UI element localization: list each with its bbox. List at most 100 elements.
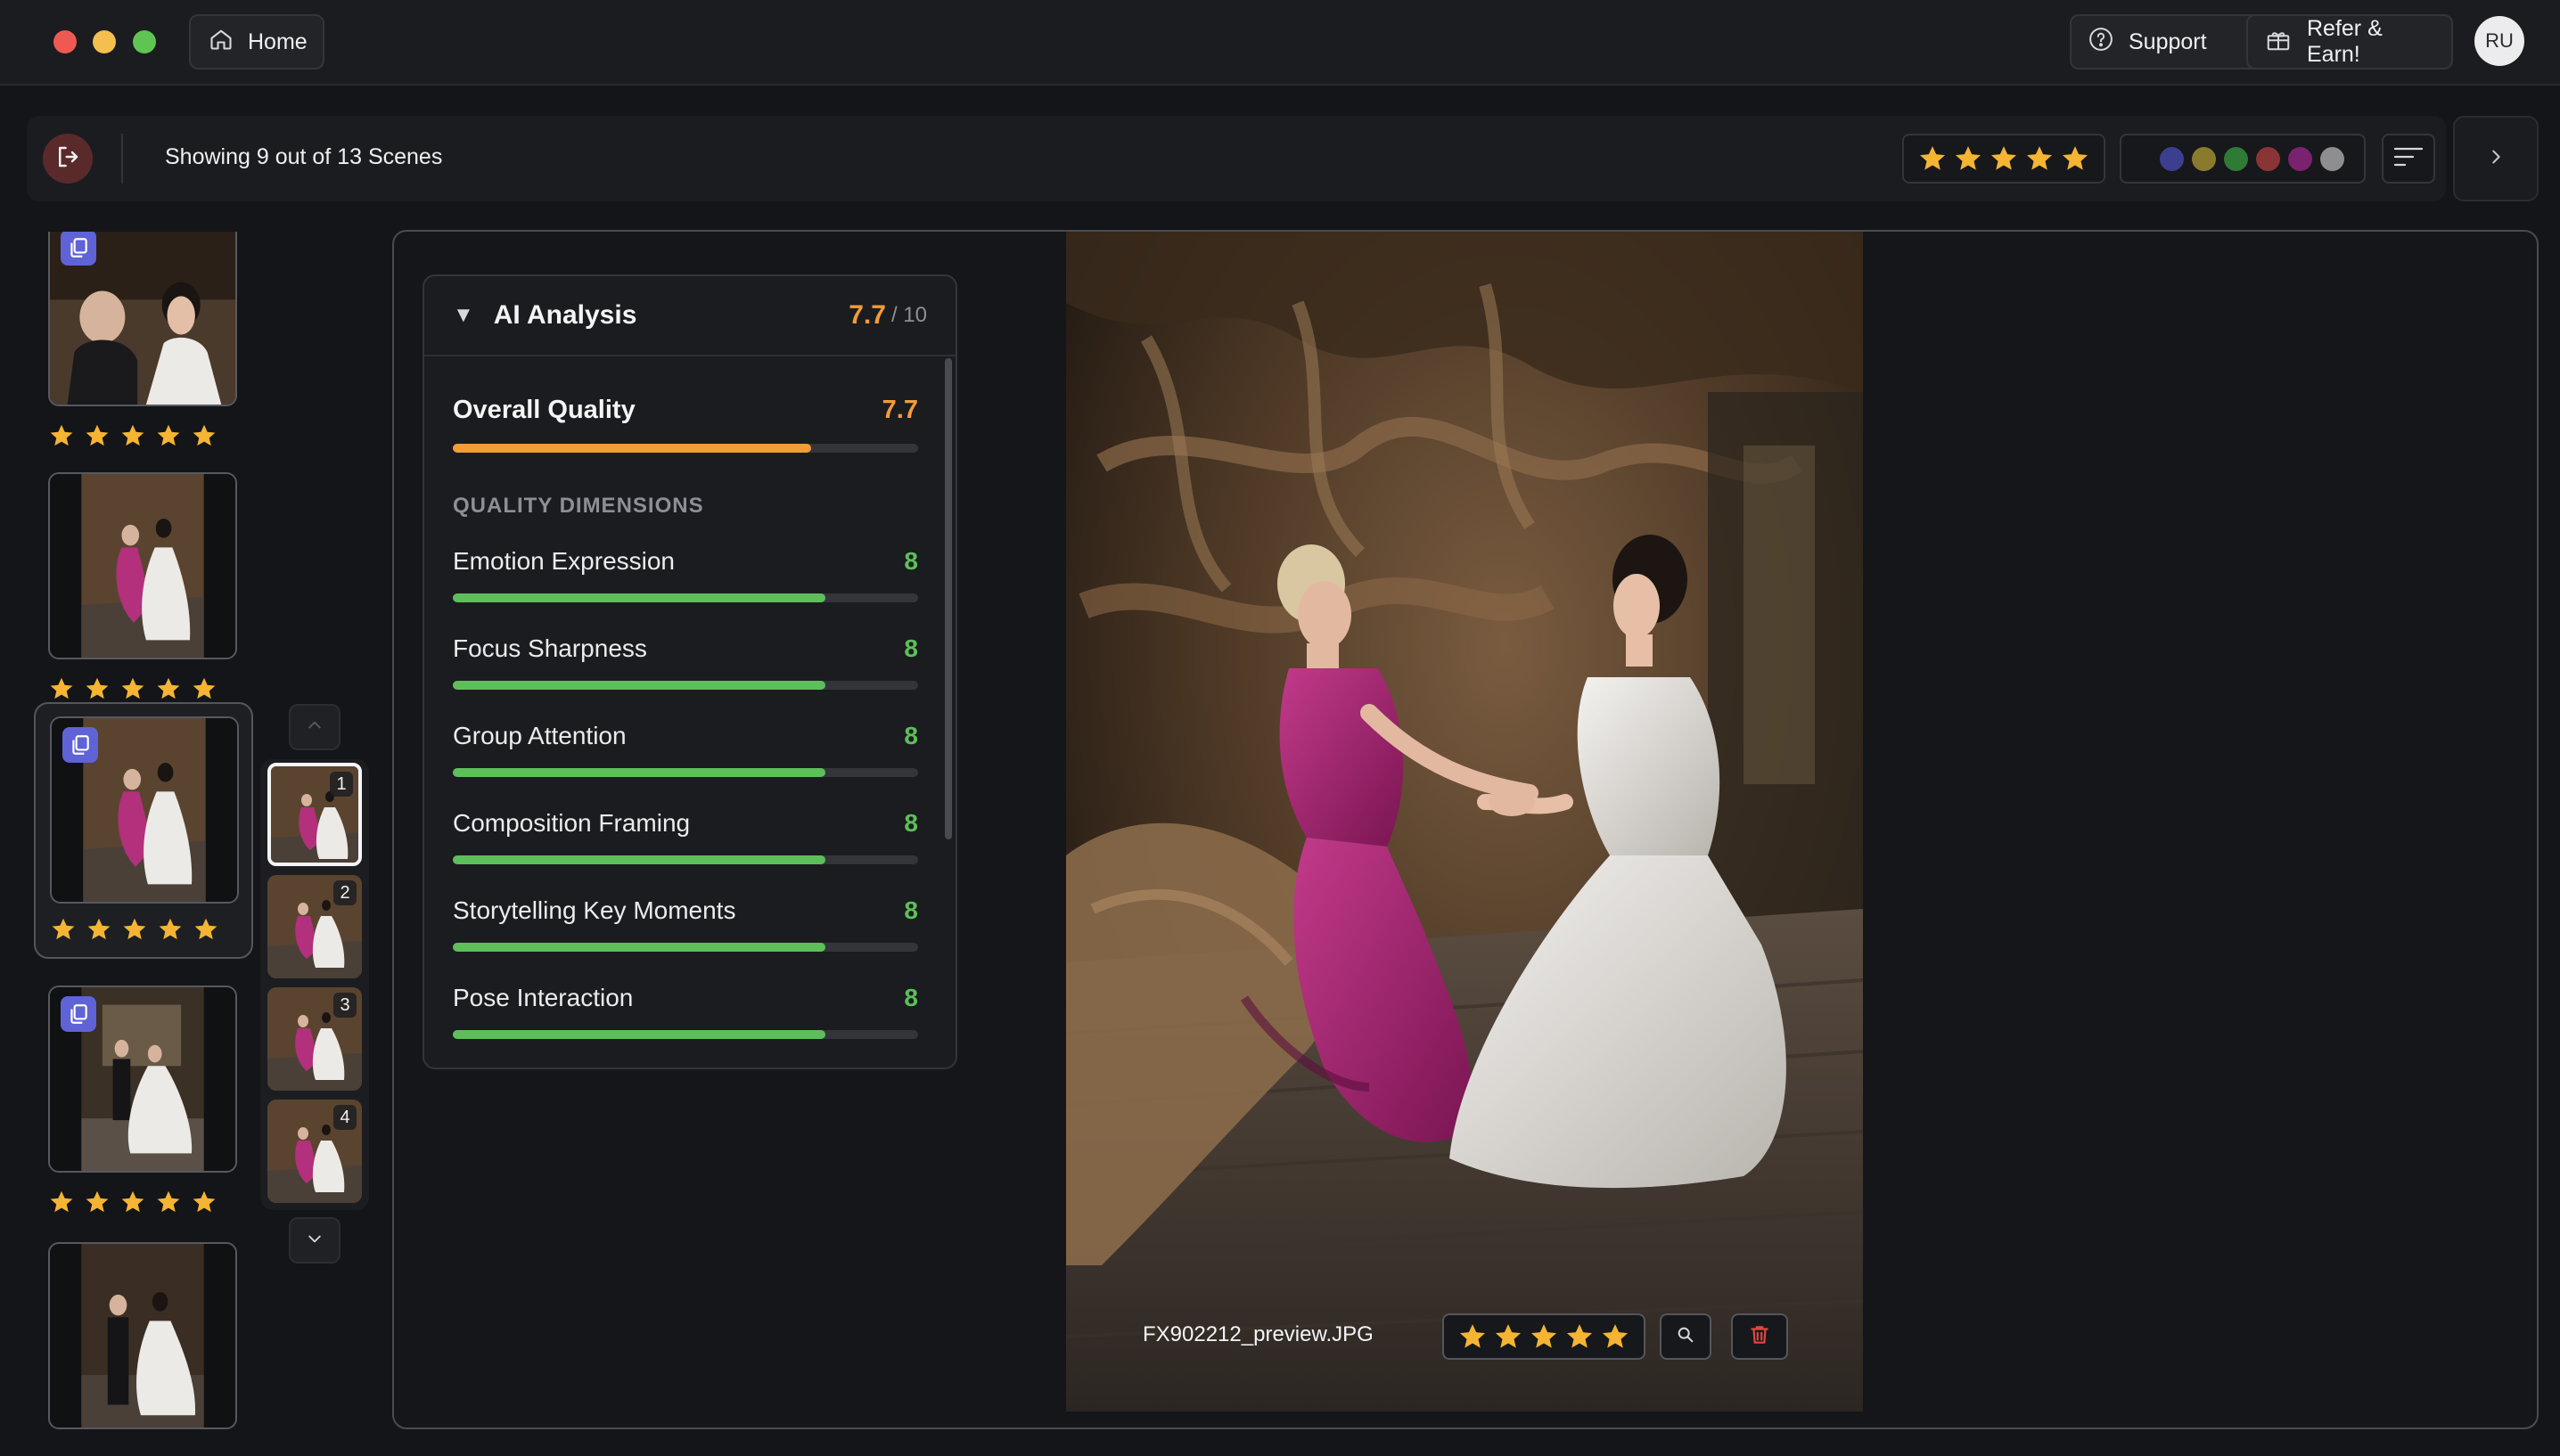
scene-star-icon[interactable] — [84, 675, 111, 702]
scene-card[interactable] — [34, 971, 253, 1217]
window-close-button[interactable] — [53, 30, 77, 53]
scene-star-icon[interactable] — [119, 422, 146, 449]
refer-label: Refer & Earn! — [2307, 16, 2383, 67]
color-label-filter[interactable] — [2120, 134, 2366, 184]
color-label-dot[interactable] — [2288, 146, 2312, 171]
toolbar-divider — [121, 134, 123, 184]
filter-star-icon[interactable] — [2024, 143, 2055, 174]
delete-button[interactable] — [1731, 1313, 1788, 1360]
scene-star-icon[interactable] — [119, 675, 146, 702]
dimension-label: Composition Framing — [453, 809, 691, 837]
photo-star-icon[interactable] — [1600, 1321, 1630, 1352]
exit-icon — [54, 143, 81, 175]
sort-button[interactable] — [2382, 134, 2435, 184]
chevron-down-icon — [306, 1230, 324, 1252]
ai-panel-scrollbar[interactable] — [945, 358, 952, 839]
color-label-dot[interactable] — [2256, 146, 2280, 171]
color-label-dot[interactable] — [2192, 146, 2216, 171]
scene-star-icon[interactable] — [119, 1189, 146, 1215]
photo-star-icon[interactable] — [1457, 1321, 1488, 1352]
scene-rating[interactable] — [48, 1189, 217, 1215]
exit-button[interactable] — [43, 134, 93, 184]
filter-star-icon[interactable] — [2060, 143, 2090, 174]
variant-number: 3 — [333, 993, 357, 1018]
gift-icon — [2264, 26, 2293, 59]
scene-star-icon[interactable] — [157, 916, 184, 943]
variant-scroll-down-button[interactable] — [289, 1217, 341, 1264]
scene-star-icon[interactable] — [193, 916, 219, 943]
zoom-button[interactable] — [1660, 1313, 1711, 1360]
scene-rating[interactable] — [48, 422, 217, 449]
window-minimize-button[interactable] — [93, 30, 116, 53]
overall-quality-bar-fill — [453, 444, 811, 453]
scene-card[interactable] — [34, 232, 253, 451]
scene-star-icon[interactable] — [84, 422, 111, 449]
photo-star-icon[interactable] — [1564, 1321, 1595, 1352]
quality-dimension-row: Composition Framing 8 — [453, 809, 918, 838]
scene-star-icon[interactable] — [155, 675, 182, 702]
scene-star-icon[interactable] — [155, 422, 182, 449]
main-photo[interactable] — [1066, 232, 1863, 1411]
scene-star-icon[interactable] — [191, 675, 217, 702]
color-label-dot[interactable] — [2320, 146, 2344, 171]
variant-thumbnail[interactable]: 4 — [267, 1100, 362, 1203]
next-scene-button[interactable] — [2453, 116, 2539, 201]
avatar-initials: RU — [2485, 29, 2514, 52]
scene-thumbnail[interactable] — [48, 472, 237, 659]
scene-star-icon[interactable] — [48, 675, 75, 702]
window-zoom-button[interactable] — [133, 30, 156, 53]
scene-star-icon[interactable] — [121, 916, 148, 943]
dimension-bar — [453, 593, 918, 602]
duplicates-icon[interactable] — [61, 232, 96, 266]
filter-star-icon[interactable] — [1917, 143, 1948, 174]
scene-star-icon[interactable] — [50, 916, 77, 943]
ai-score-out-of: / 10 — [890, 303, 927, 327]
title-bar: Home Support Refer & Earn! RU — [0, 0, 2560, 86]
scene-rating[interactable] — [48, 675, 217, 702]
photo-rating[interactable] — [1442, 1313, 1645, 1360]
support-button[interactable]: Support — [2070, 14, 2271, 70]
dimension-label: Pose Interaction — [453, 984, 634, 1011]
support-label: Support — [2129, 29, 2207, 54]
filter-star-icon[interactable] — [1953, 143, 1983, 174]
variant-thumbnail[interactable]: 1 — [267, 763, 362, 866]
color-label-dot[interactable] — [2224, 146, 2248, 171]
scene-card[interactable] — [34, 458, 253, 704]
dimension-bar-fill — [453, 593, 825, 602]
home-icon — [209, 27, 234, 58]
duplicates-icon[interactable] — [61, 996, 96, 1032]
scene-rating[interactable] — [50, 916, 219, 943]
scene-star-icon[interactable] — [86, 916, 112, 943]
dimension-bar-fill — [453, 681, 825, 690]
refer-and-earn-button[interactable]: Refer & Earn! — [2246, 14, 2453, 70]
dimension-label: Emotion Expression — [453, 547, 676, 575]
ai-analysis-header[interactable]: ▼ AI Analysis 7.7 / 10 — [424, 276, 956, 356]
scene-star-icon[interactable] — [155, 1189, 182, 1215]
variant-thumbnail[interactable]: 3 — [267, 987, 362, 1091]
scene-card[interactable] — [34, 1228, 253, 1456]
home-button[interactable]: Home — [189, 14, 324, 70]
duplicates-icon[interactable] — [62, 727, 98, 763]
quality-dimension-row: Pose Interaction 8 — [453, 984, 918, 1012]
star-rating-filter[interactable] — [1902, 134, 2105, 184]
scene-card[interactable] — [34, 702, 253, 959]
variant-number: 4 — [333, 1105, 357, 1130]
scene-star-icon[interactable] — [191, 422, 217, 449]
variant-scroll-up-button[interactable] — [289, 704, 341, 750]
chevron-up-icon — [306, 716, 324, 739]
scene-star-icon[interactable] — [191, 1189, 217, 1215]
scene-thumbnail[interactable] — [48, 1242, 237, 1429]
variant-thumbnail[interactable]: 2 — [267, 875, 362, 978]
photo-star-icon[interactable] — [1529, 1321, 1559, 1352]
quality-dimensions-heading: QUALITY DIMENSIONS — [453, 494, 704, 518]
scene-star-icon[interactable] — [48, 1189, 75, 1215]
color-label-dot[interactable] — [2160, 146, 2184, 171]
dimension-bar — [453, 1030, 918, 1039]
scene-list[interactable] — [34, 232, 253, 1456]
photo-star-icon[interactable] — [1493, 1321, 1523, 1352]
collapse-triangle-icon[interactable]: ▼ — [453, 303, 474, 328]
filter-star-icon[interactable] — [1989, 143, 2019, 174]
scene-star-icon[interactable] — [48, 422, 75, 449]
scene-star-icon[interactable] — [84, 1189, 111, 1215]
user-avatar[interactable]: RU — [2474, 16, 2524, 66]
